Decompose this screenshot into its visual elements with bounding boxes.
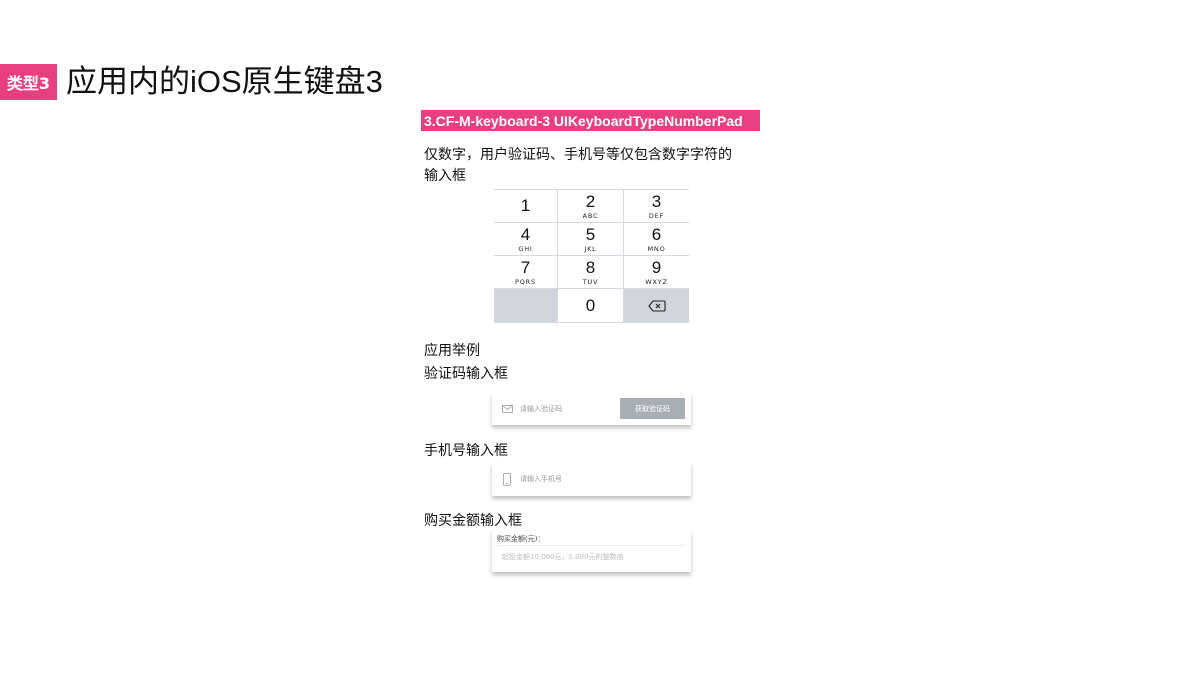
key-digit: 1	[520, 195, 531, 215]
description: 仅数字，用户验证码、手机号等仅包含数字字符的 输入框	[424, 145, 764, 187]
key-digit: 7	[520, 257, 531, 277]
blank-key	[494, 289, 558, 323]
type-badge: 类型3	[0, 64, 57, 100]
phone-number-card: 请输入手机号	[492, 462, 691, 496]
page-title: 应用内的iOS原生键盘3	[66, 64, 383, 99]
key-letters: MNO	[647, 244, 666, 253]
keyboard-code-banner: 3.CF-M-keyboard-3 UIKeyboardTypeNumberPa…	[421, 110, 760, 131]
verification-code-placeholder: 请输入验证码	[520, 405, 562, 413]
key-3[interactable]: 3 DEF	[624, 190, 689, 223]
phone-example-label: 手机号输入框	[424, 443, 508, 459]
key-6[interactable]: 6 MNO	[624, 223, 689, 256]
key-2[interactable]: 2 ABC	[558, 190, 624, 223]
key-digit: 9	[651, 257, 662, 277]
key-8[interactable]: 8 TUV	[558, 256, 624, 289]
key-7[interactable]: 7 PQRS	[494, 256, 558, 289]
key-4[interactable]: 4 GHI	[494, 223, 558, 256]
description-line-1: 仅数字，用户验证码、手机号等仅包含数字字符的	[424, 147, 732, 163]
verification-code-card: 请输入验证码 获取验证码	[492, 393, 691, 425]
divider	[497, 545, 686, 546]
envelope-icon	[500, 405, 514, 413]
purchase-amount-title: 购买金额(元)：	[497, 535, 545, 543]
phone-number-placeholder: 请输入手机号	[520, 475, 562, 483]
key-digit: 2	[585, 191, 596, 211]
purchase-amount-card[interactable]: 购买金额(元)： 起投金额10,000元，1,000元的整数倍	[492, 530, 691, 572]
key-letters: JKL	[584, 244, 597, 253]
phone-number-field[interactable]: 请输入手机号	[492, 462, 691, 496]
key-letters: PQRS	[515, 277, 536, 286]
phone-icon	[500, 472, 514, 486]
key-9[interactable]: 9 WXYZ	[624, 256, 689, 289]
key-digit: 3	[651, 191, 662, 211]
key-digit: 5	[585, 224, 596, 244]
key-digit: 0	[585, 295, 596, 315]
key-1[interactable]: 1	[494, 190, 558, 223]
key-digit: 6	[651, 224, 662, 244]
backspace-icon	[647, 299, 666, 312]
key-letters: ABC	[582, 211, 599, 220]
verification-example-label: 验证码输入框	[424, 366, 508, 382]
key-letters: WXYZ	[645, 277, 668, 286]
key-5[interactable]: 5 JKL	[558, 223, 624, 256]
key-digit: 4	[520, 224, 531, 244]
examples-heading: 应用举例	[424, 343, 480, 359]
key-letters: DEF	[648, 211, 665, 220]
key-letters: GHI	[518, 244, 533, 253]
purchase-amount-placeholder: 起投金额10,000元，1,000元的整数倍	[502, 553, 624, 561]
description-line-2: 输入框	[424, 168, 466, 184]
number-pad-keyboard: 1 2 ABC 3 DEF 4 GHI 5 JKL 6 MNO 7 PQRS 8…	[494, 189, 689, 323]
key-digit: 8	[585, 257, 596, 277]
key-letters: TUV	[582, 277, 599, 286]
delete-key[interactable]	[624, 289, 689, 323]
key-0[interactable]: 0	[558, 289, 624, 323]
amount-example-label: 购买金额输入框	[424, 513, 522, 529]
get-code-button[interactable]: 获取验证码	[620, 398, 685, 419]
